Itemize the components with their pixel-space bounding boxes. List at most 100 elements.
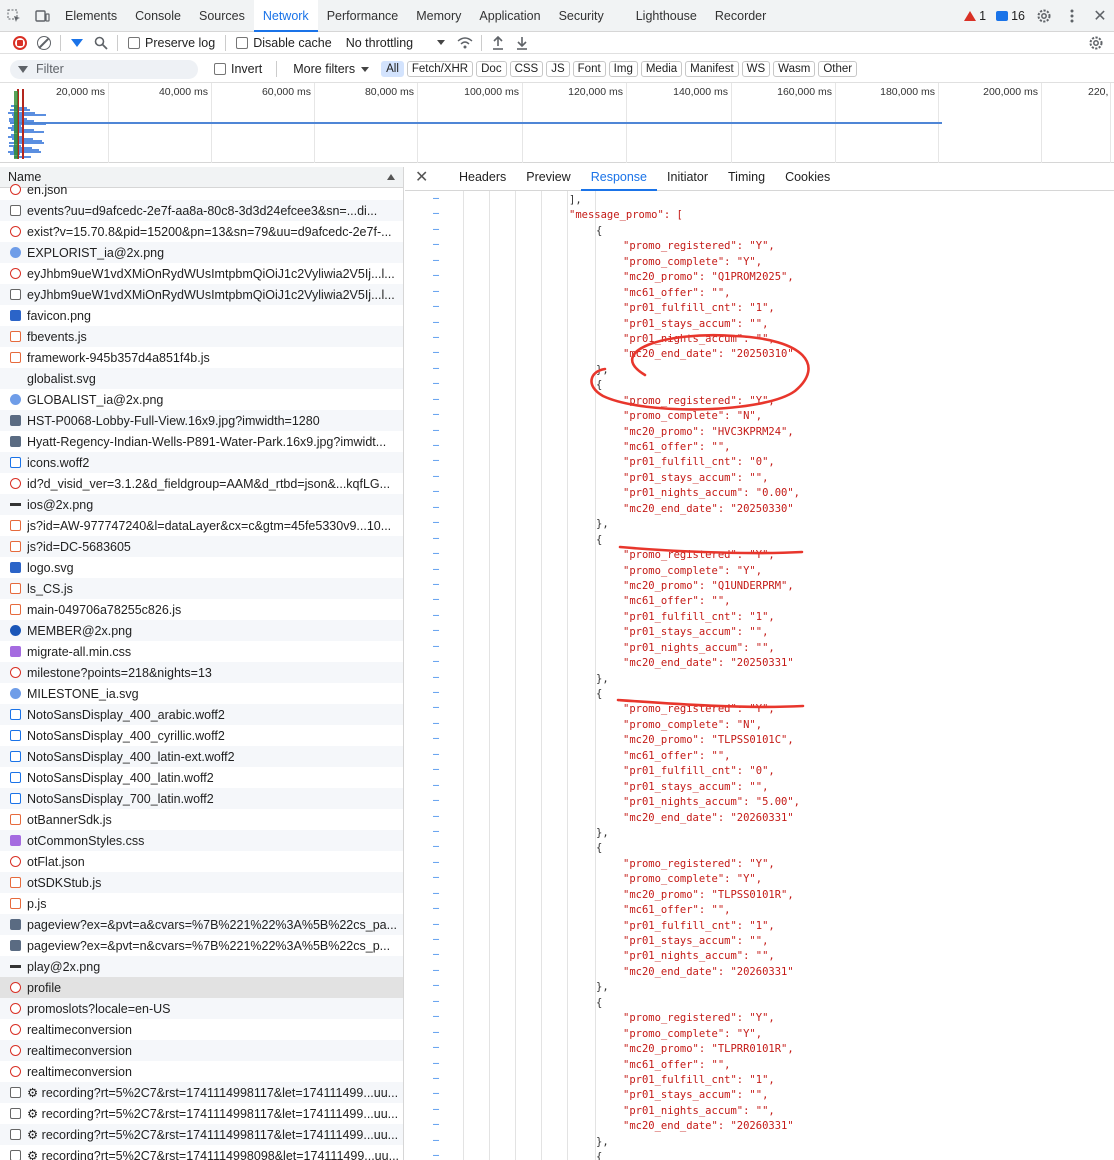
- request-row[interactable]: NotoSansDisplay_400_cyrillic.woff2: [0, 725, 403, 746]
- request-row[interactable]: id?d_visid_ver=3.1.2&d_fieldgroup=AAM&d_…: [0, 473, 403, 494]
- request-row[interactable]: exist?v=15.70.8&pid=15200&pn=13&sn=79&uu…: [0, 221, 403, 242]
- network-settings-button[interactable]: [1084, 32, 1108, 54]
- request-row[interactable]: NotoSansDisplay_400_arabic.woff2: [0, 704, 403, 725]
- tab-security[interactable]: Security: [550, 0, 613, 32]
- request-row[interactable]: otCommonStyles.css: [0, 830, 403, 851]
- filter-chip-doc[interactable]: Doc: [476, 61, 507, 77]
- filter-chip-other[interactable]: Other: [818, 61, 858, 77]
- request-row[interactable]: js?id=DC-5683605: [0, 536, 403, 557]
- request-row[interactable]: favicon.png: [0, 305, 403, 326]
- filter-chip-js[interactable]: JS: [546, 61, 570, 77]
- request-row[interactable]: events?uu=d9afcedc-2e7f-aa8a-80c8-3d3d24…: [0, 200, 403, 221]
- request-row[interactable]: GLOBALIST_ia@2x.png: [0, 389, 403, 410]
- tab-network[interactable]: Network: [253, 0, 318, 32]
- tab-recorder[interactable]: Recorder: [706, 0, 775, 32]
- filter-chip-css[interactable]: CSS: [509, 61, 544, 77]
- request-row[interactable]: pageview?ex=&pvt=a&cvars=%7B%221%22%3A%5…: [0, 914, 403, 935]
- export-har-button[interactable]: [510, 32, 534, 54]
- tab-lighthouse[interactable]: Lighthouse: [627, 0, 706, 32]
- request-row[interactable]: en.json: [0, 179, 403, 200]
- filter-input[interactable]: Filter: [10, 59, 198, 79]
- request-row[interactable]: ls_CS.js: [0, 578, 403, 599]
- request-row[interactable]: profile: [0, 977, 403, 998]
- request-row[interactable]: ⚙ recording?rt=5%2C7&rst=1741114998098&l…: [0, 1145, 403, 1160]
- request-row[interactable]: MEMBER@2x.png: [0, 620, 403, 641]
- tab-sources[interactable]: Sources: [190, 0, 254, 32]
- request-row[interactable]: MILESTONE_ia.svg: [0, 683, 403, 704]
- request-row[interactable]: ⚙ recording?rt=5%2C7&rst=1741114998117&l…: [0, 1124, 403, 1145]
- request-row[interactable]: framework-945b357d4a851f4b.js: [0, 347, 403, 368]
- search-button[interactable]: [89, 32, 113, 54]
- request-row[interactable]: EXPLORIST_ia@2x.png: [0, 242, 403, 263]
- tab-console[interactable]: Console: [126, 0, 190, 32]
- request-row[interactable]: ⚙ recording?rt=5%2C7&rst=1741114998117&l…: [0, 1082, 403, 1103]
- tab-preview[interactable]: Preview: [516, 163, 580, 191]
- request-row[interactable]: ⚙ recording?rt=5%2C7&rst=1741114998117&l…: [0, 1103, 403, 1124]
- checkbox-box[interactable]: [214, 63, 226, 75]
- tab-application[interactable]: Application: [470, 0, 549, 32]
- device-toolbar-icon[interactable]: [28, 0, 56, 32]
- warnings-badge[interactable]: 1: [959, 9, 991, 23]
- request-row[interactable]: HST-P0068-Lobby-Full-View.16x9.jpg?imwid…: [0, 410, 403, 431]
- request-row[interactable]: migrate-all.min.css: [0, 641, 403, 662]
- checkbox-box[interactable]: [128, 36, 140, 49]
- tab-timing[interactable]: Timing: [718, 163, 775, 191]
- filter-chip-all[interactable]: All: [381, 61, 404, 77]
- filter-chip-wasm[interactable]: Wasm: [773, 61, 816, 77]
- response-viewer[interactable]: – – – – – – – – – – – – – – – – – – – – – – – – – – – – – – – – – – – – – – – –…: [405, 191, 1114, 1160]
- messages-badge[interactable]: 16: [991, 9, 1030, 23]
- request-row[interactable]: otFlat.json: [0, 851, 403, 872]
- request-row[interactable]: main-049706a78255c826.js: [0, 599, 403, 620]
- request-row[interactable]: icons.woff2: [0, 452, 403, 473]
- tab-elements[interactable]: Elements: [56, 0, 126, 32]
- preserve-log-checkbox[interactable]: Preserve log: [122, 36, 221, 50]
- request-row[interactable]: otBannerSdk.js: [0, 809, 403, 830]
- import-har-button[interactable]: [486, 32, 510, 54]
- more-options-icon[interactable]: [1058, 0, 1086, 32]
- filter-chip-ws[interactable]: WS: [741, 61, 771, 77]
- filter-chip-manifest[interactable]: Manifest: [685, 61, 739, 77]
- request-row[interactable]: milestone?points=218&nights=13: [0, 662, 403, 683]
- network-overview[interactable]: 20,000 ms 40,000 ms 60,000 ms 80,000 ms 100,…: [0, 83, 1114, 163]
- request-row[interactable]: NotoSansDisplay_700_latin.woff2: [0, 788, 403, 809]
- tab-memory[interactable]: Memory: [407, 0, 470, 32]
- tab-cookies[interactable]: Cookies: [775, 163, 840, 191]
- disable-cache-checkbox[interactable]: Disable cache: [230, 36, 338, 50]
- filter-chip-media[interactable]: Media: [640, 61, 683, 77]
- tab-response[interactable]: Response: [580, 163, 658, 191]
- request-row[interactable]: pageview?ex=&pvt=n&cvars=%7B%221%22%3A%5…: [0, 935, 403, 956]
- throttling-select[interactable]: No throttling: [338, 36, 453, 50]
- request-row[interactable]: Hyatt-Regency-Indian-Wells-P891-Water-Pa…: [0, 431, 403, 452]
- tab-performance[interactable]: Performance: [318, 0, 408, 32]
- more-filters-dropdown[interactable]: More filters: [285, 62, 377, 76]
- request-row[interactable]: p.js: [0, 893, 403, 914]
- request-row[interactable]: NotoSansDisplay_400_latin.woff2: [0, 767, 403, 788]
- request-row[interactable]: eyJhbm9ueW1vdXMiOnRydWUsImtpbmQiOiJ1c2Vy…: [0, 284, 403, 305]
- request-row[interactable]: logo.svg: [0, 557, 403, 578]
- filter-chip-img[interactable]: Img: [608, 61, 638, 77]
- request-row[interactable]: NotoSansDisplay_400_latin-ext.woff2: [0, 746, 403, 767]
- stop-recording-button[interactable]: [8, 32, 32, 54]
- request-row[interactable]: otSDKStub.js: [0, 872, 403, 893]
- filter-chip-fetchxhr[interactable]: Fetch/XHR: [406, 61, 474, 77]
- clear-button[interactable]: [32, 32, 56, 54]
- close-details-icon[interactable]: ✕: [415, 167, 437, 187]
- tab-headers[interactable]: Headers: [449, 163, 516, 191]
- request-row[interactable]: realtimeconversion: [0, 1040, 403, 1061]
- request-row[interactable]: js?id=AW-977747240&l=dataLayer&cx=c&gtm=…: [0, 515, 403, 536]
- filter-chip-font[interactable]: Font: [572, 61, 606, 77]
- checkbox-box[interactable]: [236, 36, 249, 49]
- invert-checkbox[interactable]: Invert: [208, 62, 268, 76]
- tab-initiator[interactable]: Initiator: [657, 163, 718, 191]
- filter-toggle-button[interactable]: [65, 32, 89, 54]
- request-row[interactable]: realtimeconversion: [0, 1019, 403, 1040]
- request-row[interactable]: play@2x.png: [0, 956, 403, 977]
- request-row[interactable]: fbevents.js: [0, 326, 403, 347]
- close-devtools-icon[interactable]: ✕: [1086, 0, 1114, 32]
- request-row[interactable]: eyJhbm9ueW1vdXMiOnRydWUsImtpbmQiOiJ1c2Vy…: [0, 263, 403, 284]
- request-row[interactable]: promoslots?locale=en-US: [0, 998, 403, 1019]
- request-row[interactable]: globalist.svg: [0, 368, 403, 389]
- network-conditions-button[interactable]: [453, 32, 477, 54]
- settings-gear-icon[interactable]: [1030, 0, 1058, 32]
- request-row[interactable]: realtimeconversion: [0, 1061, 403, 1082]
